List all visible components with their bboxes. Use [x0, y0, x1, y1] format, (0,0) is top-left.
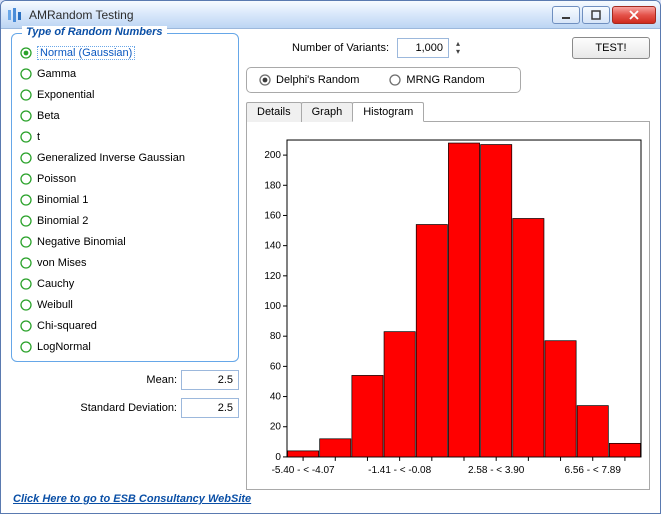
sd-label: Standard Deviation: — [80, 402, 177, 414]
distribution-option[interactable]: LogNormal — [20, 338, 230, 355]
distribution-list: Normal (Gaussian) Gamma Exponential Beta t Ge… — [20, 44, 230, 355]
distribution-label: Poisson — [37, 173, 76, 185]
distribution-option[interactable]: Normal (Gaussian) — [20, 44, 230, 61]
variants-spinner[interactable] — [397, 38, 449, 58]
tab[interactable]: Histogram — [352, 102, 424, 122]
variants-label: Number of Variants: — [292, 42, 389, 54]
svg-text:200: 200 — [264, 150, 281, 161]
spinner-arrows: ▴ ▾ — [453, 40, 463, 56]
right-panel: Number of Variants: ▴ ▾ TEST! Delphi's R… — [246, 37, 650, 490]
mean-row: Mean: — [11, 370, 239, 390]
chart-area: 0 20 40 60 80 100 120 140 160 180 200 -5.40 - < -4.… — [246, 122, 650, 490]
distribution-option[interactable]: Chi-squared — [20, 317, 230, 334]
distribution-option[interactable]: Cauchy — [20, 275, 230, 292]
rng-label: Delphi's Random — [276, 74, 359, 86]
groupbox-title: Type of Random Numbers — [22, 26, 167, 38]
variants-input[interactable] — [398, 39, 448, 57]
minimize-button[interactable] — [552, 6, 580, 24]
rng-option[interactable]: MRNG Random — [389, 74, 484, 86]
svg-text:-5.40 - < -4.07: -5.40 - < -4.07 — [272, 465, 335, 476]
svg-text:0: 0 — [275, 452, 281, 463]
sd-row: Standard Deviation: — [11, 398, 239, 418]
svg-text:180: 180 — [264, 180, 281, 191]
distribution-label: Negative Binomial — [37, 236, 126, 248]
distribution-label: Gamma — [37, 68, 76, 80]
close-button[interactable] — [612, 6, 656, 24]
content-area: Type of Random Numbers Normal (Gaussian)… — [1, 29, 660, 513]
distribution-groupbox: Type of Random Numbers Normal (Gaussian)… — [11, 33, 239, 362]
test-button[interactable]: TEST! — [572, 37, 650, 59]
svg-text:2.58 - < 3.90: 2.58 - < 3.90 — [468, 465, 525, 476]
mean-input[interactable] — [181, 370, 239, 390]
distribution-label: Beta — [37, 110, 60, 122]
tabs: DetailsGraphHistogram — [246, 101, 650, 122]
distribution-label: Chi-squared — [37, 320, 97, 332]
distribution-option[interactable]: Weibull — [20, 296, 230, 313]
svg-text:20: 20 — [270, 422, 282, 433]
svg-text:40: 40 — [270, 392, 282, 403]
distribution-label: Binomial 2 — [37, 215, 88, 227]
spinner-down[interactable]: ▾ — [453, 48, 463, 56]
distribution-option[interactable]: Exponential — [20, 86, 230, 103]
sd-input[interactable] — [181, 398, 239, 418]
svg-text:100: 100 — [264, 301, 281, 312]
left-panel: Type of Random Numbers Normal (Gaussian)… — [11, 33, 239, 418]
distribution-option[interactable]: t — [20, 128, 230, 145]
svg-text:-1.41 - < -0.08: -1.41 - < -0.08 — [368, 465, 431, 476]
distribution-label: Cauchy — [37, 278, 74, 290]
top-row: Number of Variants: ▴ ▾ TEST! — [246, 37, 650, 59]
distribution-option[interactable]: Negative Binomial — [20, 233, 230, 250]
distribution-option[interactable]: Binomial 2 — [20, 212, 230, 229]
distribution-label: Binomial 1 — [37, 194, 88, 206]
distribution-label: von Mises — [37, 257, 87, 269]
distribution-label: Exponential — [37, 89, 95, 101]
app-icon — [7, 7, 23, 23]
tab[interactable]: Details — [246, 102, 302, 122]
svg-text:120: 120 — [264, 271, 281, 282]
window-title: AMRandom Testing — [29, 8, 552, 22]
mean-label: Mean: — [146, 374, 177, 386]
rng-groupbox: Delphi's Random MRNG Random — [246, 67, 521, 93]
tab[interactable]: Graph — [301, 102, 354, 122]
titlebar[interactable]: AMRandom Testing — [1, 1, 660, 29]
maximize-button[interactable] — [582, 6, 610, 24]
distribution-option[interactable]: Binomial 1 — [20, 191, 230, 208]
distribution-option[interactable]: Beta — [20, 107, 230, 124]
svg-text:140: 140 — [264, 241, 281, 252]
distribution-option[interactable]: Gamma — [20, 65, 230, 82]
app-window: AMRandom Testing Type of Random Numbers … — [0, 0, 661, 514]
distribution-label: t — [37, 131, 40, 143]
rng-option[interactable]: Delphi's Random — [259, 74, 359, 86]
distribution-option[interactable]: von Mises — [20, 254, 230, 271]
distribution-label: Generalized Inverse Gaussian — [37, 152, 185, 164]
svg-text:6.56 - < 7.89: 6.56 - < 7.89 — [565, 465, 622, 476]
svg-text:160: 160 — [264, 210, 281, 221]
footer-link[interactable]: Click Here to go to ESB Consultancy WebS… — [13, 493, 251, 505]
distribution-option[interactable]: Generalized Inverse Gaussian — [20, 149, 230, 166]
rng-label: MRNG Random — [406, 74, 484, 86]
histogram-chart: 0 20 40 60 80 100 120 140 160 180 200 -5.40 - < -4.… — [249, 134, 647, 485]
distribution-label: Weibull — [37, 299, 73, 311]
distribution-option[interactable]: Poisson — [20, 170, 230, 187]
svg-text:60: 60 — [270, 361, 282, 372]
svg-text:80: 80 — [270, 331, 282, 342]
distribution-label: Normal (Gaussian) — [37, 46, 135, 60]
distribution-label: LogNormal — [37, 341, 91, 353]
